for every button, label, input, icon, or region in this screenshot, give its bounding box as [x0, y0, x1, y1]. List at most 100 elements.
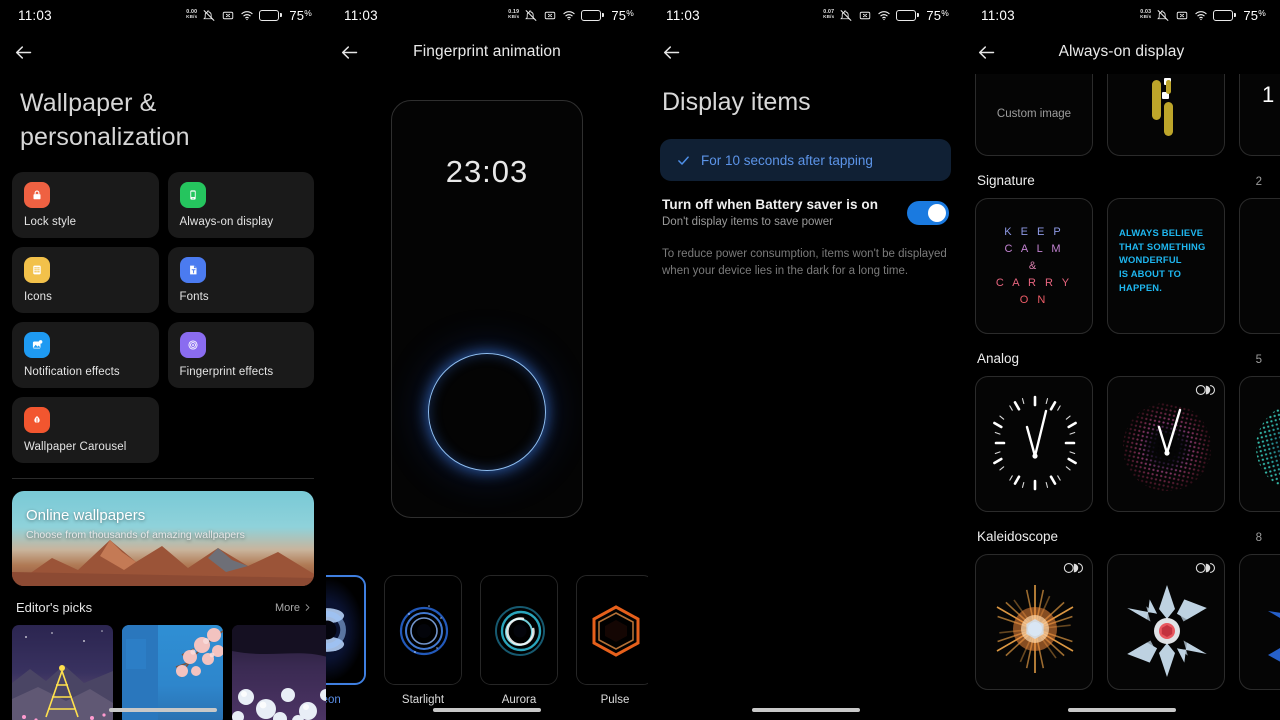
home-indicator: [1067, 708, 1176, 712]
cherry-blossom-blue-wallpaper: [122, 625, 223, 720]
signature-line: K E E P: [1004, 226, 1064, 238]
tile-icons[interactable]: Icons: [12, 247, 159, 313]
status-bar-time: 11:03: [18, 7, 52, 23]
back-button[interactable]: [0, 30, 46, 74]
group-name: Analog: [977, 351, 1020, 366]
aod-style-custom-image[interactable]: Custom image: [975, 74, 1093, 156]
aod-style-analog-dots-warm[interactable]: [1107, 376, 1225, 512]
tile-label: Fonts: [179, 291, 209, 303]
thumbnail-item[interactable]: [122, 625, 223, 720]
animation-option-pulse[interactable]: Pulse: [576, 575, 648, 706]
setting-title: Turn off when Battery saver is on: [662, 197, 879, 212]
notifications-muted-icon: [1157, 9, 1169, 21]
battery-percent: 75%: [926, 7, 949, 23]
setting-subtitle: Don't display items to save power: [662, 216, 833, 228]
starlight-effect-icon: [385, 576, 461, 684]
page-title: Wallpaper & personalization: [0, 74, 326, 154]
back-button[interactable]: [326, 30, 372, 74]
network-speed-icon: 0.00 KB/s: [186, 9, 198, 20]
tile-fonts[interactable]: Fonts: [167, 247, 314, 313]
battery-saver-setting-row[interactable]: Turn off when Battery saver is on Don't …: [648, 181, 963, 228]
thumbnail-item[interactable]: [12, 625, 113, 720]
signature-line: C A L M: [1004, 243, 1064, 255]
aod-style-signature-next[interactable]: [1239, 198, 1280, 334]
aod-style-analog-plain[interactable]: [975, 376, 1093, 512]
panel-fingerprint-animation: 11:03 0.19 KB/s 75% Fingerprint animatio…: [326, 0, 648, 720]
chevron-right-icon: [305, 604, 310, 611]
group-count: 2: [1255, 176, 1262, 188]
status-bar-icons: 0.19 KB/s 75%: [508, 8, 634, 23]
signature-line: HAPPEN.: [1119, 281, 1163, 293]
group-header-kaleidoscope: Kaleidoscope 8: [963, 512, 1280, 554]
home-indicator: [109, 708, 217, 712]
dnd-icon: [545, 11, 556, 19]
aurora-effect-icon: [481, 576, 557, 684]
promo-heading: Online wallpapers: [26, 507, 146, 524]
battery-icon: [896, 9, 920, 21]
arrow-left-icon: [663, 45, 679, 59]
aod-row-kaleidoscope: [963, 554, 1280, 690]
tile-lock-style[interactable]: Lock style: [12, 172, 159, 238]
online-wallpapers-card[interactable]: Online wallpapers Choose from thousands …: [12, 491, 314, 586]
dnd-icon: [223, 11, 234, 19]
tile-notification-effects[interactable]: Notification effects: [12, 322, 159, 388]
back-button[interactable]: [963, 30, 1009, 74]
animation-option-aurora[interactable]: Aurora: [480, 575, 558, 706]
nav-row: [0, 30, 326, 74]
tile-fingerprint-effects[interactable]: Fingerprint effects: [167, 322, 314, 388]
aod-style-yellow-digits[interactable]: [1107, 74, 1225, 156]
dnd-icon: [860, 11, 871, 19]
animation-option-neon[interactable]: Neon: [326, 575, 366, 706]
aod-style-kaleidoscope-orange[interactable]: [975, 554, 1093, 690]
notifications-muted-icon: [203, 9, 215, 21]
page-title: Display items: [662, 88, 811, 116]
battery-saver-toggle[interactable]: [907, 201, 949, 225]
status-bar-icons: 0.07 KB/s 75%: [823, 8, 949, 23]
page-title: Fingerprint animation: [413, 43, 561, 60]
signature-text: K E E P C A L M & C A R R Y O N: [976, 199, 1092, 333]
status-bar-icons: 0.00 KB/s 75%: [186, 8, 312, 23]
group-name: Signature: [977, 173, 1035, 188]
more-button[interactable]: More: [275, 602, 312, 614]
network-speed-icon: 0.03 KB/s: [1140, 9, 1152, 20]
thumbnail-item[interactable]: [232, 625, 326, 720]
notification-icon: [24, 332, 50, 358]
status-bar: 11:03 0.19 KB/s 75%: [326, 0, 648, 30]
more-label: More: [274, 601, 300, 614]
aod-style-analog-dots-teal[interactable]: [1239, 376, 1280, 512]
network-speed-icon: 0.07 KB/s: [823, 9, 835, 20]
group-header-signature: Signature 2: [963, 156, 1280, 198]
signature-line: ALWAYS BELIEVE: [1119, 227, 1204, 238]
tile-wallpaper-carousel[interactable]: Wallpaper Carousel: [12, 397, 159, 463]
nav-row: [648, 30, 963, 74]
svg-text:1: 1: [1262, 82, 1274, 107]
animation-thumbnail: [384, 575, 462, 685]
status-bar-time: 11:03: [981, 7, 1015, 23]
custom-image-label: Custom image: [996, 108, 1072, 120]
group-name: Kaleidoscope: [977, 529, 1059, 544]
kaleidoscope-blue-icon: [1268, 611, 1280, 662]
editors-picks-thumbnails: [0, 615, 326, 720]
group-count: 5: [1255, 354, 1262, 366]
option-for-10-seconds-after-tapping[interactable]: For 10 seconds after tapping: [660, 139, 951, 181]
page-title-line2: personalization: [20, 123, 190, 151]
paired-circles-icon: [1195, 563, 1216, 573]
status-bar-icons: 0.03 KB/s 75%: [1140, 8, 1266, 23]
aod-style-kaleidoscope-blue[interactable]: [1239, 554, 1280, 690]
nav-row: Fingerprint animation: [326, 30, 648, 74]
paired-circles-icon: [1195, 385, 1216, 395]
animation-option-starlight[interactable]: Starlight: [384, 575, 462, 706]
aod-style-keep-calm[interactable]: K E E P C A L M & C A R R Y O N: [975, 198, 1093, 334]
network-speed-icon: 0.19 KB/s: [508, 9, 520, 20]
battery-percent: 75%: [289, 7, 312, 23]
aod-style-kaleidoscope-snowflake[interactable]: [1107, 554, 1225, 690]
tile-always-on-display[interactable]: Always-on display: [167, 172, 314, 238]
back-button[interactable]: [648, 30, 694, 74]
aod-style-always-believe[interactable]: ALWAYS BELIEVE THAT SOMETHING WONDERFUL …: [1107, 198, 1225, 334]
signature-line: IS ABOUT TO: [1119, 267, 1182, 279]
battery-percent: 75%: [1243, 7, 1266, 23]
aod-style-blue-digits[interactable]: 1 1: [1239, 74, 1280, 156]
panel-wallpaper-personalization: 11:03 0.00 KB/s 75% Wallpaper & personal…: [0, 0, 326, 720]
status-bar-time: 11:03: [344, 7, 378, 23]
tile-label: Fingerprint effects: [179, 366, 274, 378]
